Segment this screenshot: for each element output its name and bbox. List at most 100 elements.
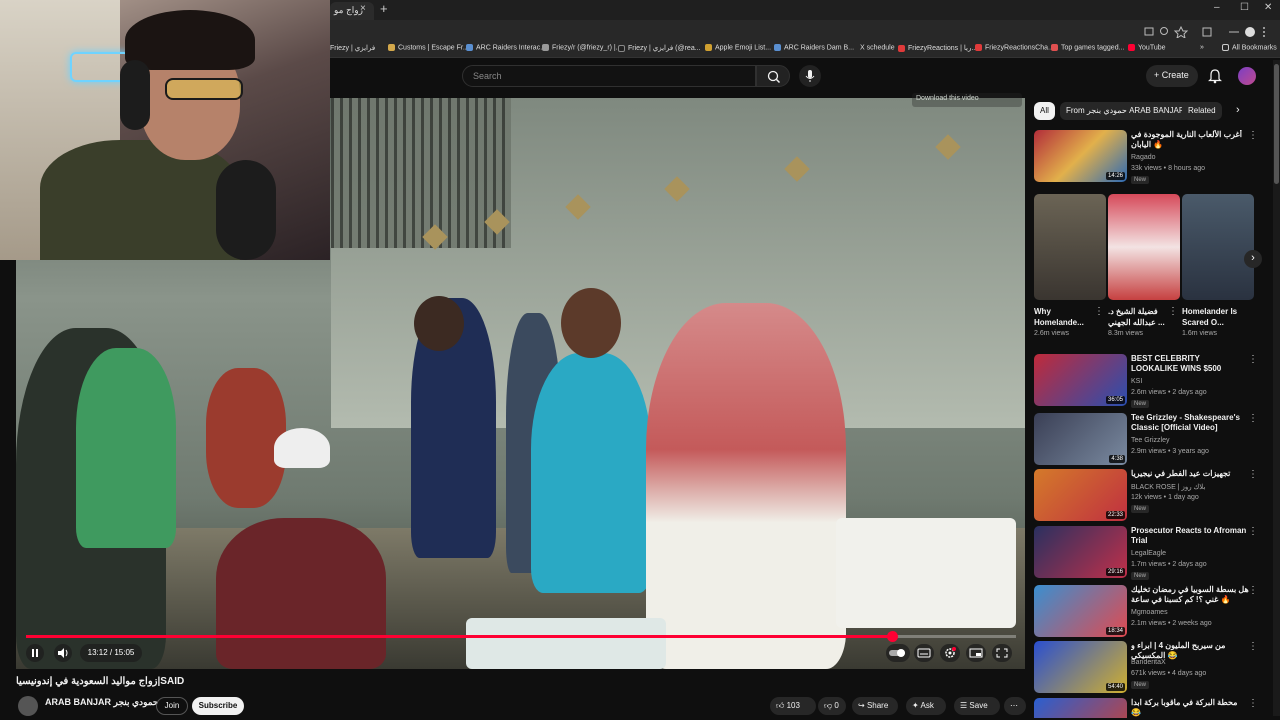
recommendation-item[interactable]: 36:05 BEST CELEBRITY LOOKALIKE WINS $500…	[1034, 354, 1274, 412]
bookmark-5[interactable]: Apple Emoji List...	[705, 44, 771, 51]
more-options-icon[interactable]: ⋮	[1094, 306, 1104, 317]
short-item[interactable]: Homelander Is Scared O... 1.6m views	[1182, 194, 1254, 337]
video-title: Tee Grizzley - Shakespeare's Classic [Of…	[1131, 413, 1240, 432]
scrollbar-thumb[interactable]	[1274, 64, 1279, 184]
notifications-bell-icon[interactable]	[1208, 68, 1222, 84]
video-duration: 14:26	[1105, 172, 1125, 180]
new-badge: New	[1131, 176, 1150, 184]
bookmark-9[interactable]: FriezyReactionsCha...	[975, 44, 1054, 51]
more-options-icon[interactable]: ⋮	[1248, 130, 1258, 141]
video-duration: 22:33	[1105, 511, 1125, 519]
recommendation-item[interactable]: 14:26 أغرب الألعاب النارية الموجودة في ا…	[1034, 130, 1274, 190]
short-item[interactable]: فضيلة الشيخ د. عبدالله الجهني ... 8.3m v…	[1108, 194, 1180, 337]
download-hint-label: Download this video	[916, 95, 979, 102]
progress-bar[interactable]	[26, 631, 1016, 642]
video-channel: LegalEagle	[1131, 550, 1167, 557]
miniplayer-button[interactable]	[966, 644, 986, 662]
more-options-icon[interactable]: ⋮	[1248, 641, 1258, 652]
white-table	[836, 518, 1016, 628]
more-options-icon[interactable]: ⋮	[1248, 698, 1258, 709]
bookmarks-overflow-icon[interactable]: »	[1200, 44, 1204, 51]
short-item[interactable]: Why Homelande... 2.6m views ⋮	[1034, 194, 1106, 337]
chip-all[interactable]: All	[1034, 102, 1055, 120]
recommendation-item[interactable]: 54:40 من سيربح المليون 4 | ابراء و المكس…	[1034, 641, 1274, 697]
bookmark-label: Top games tagged...	[1061, 44, 1125, 52]
recommendation-item[interactable]: 4:38 Tee Grizzley - Shakespeare's Classi…	[1034, 413, 1274, 471]
all-bookmarks[interactable]: All Bookmarks	[1222, 44, 1277, 51]
minimize-button[interactable]: –	[1214, 2, 1220, 13]
video-meta: 12k views • 1 day ago	[1131, 494, 1199, 501]
bookmark-7[interactable]: X schedule	[850, 44, 895, 51]
tab-close-icon[interactable]: ×	[360, 3, 366, 14]
youtube-icon	[1128, 44, 1135, 51]
fullscreen-button[interactable]	[992, 644, 1012, 662]
bookmark-favicon	[388, 44, 395, 51]
more-options-icon[interactable]: ⋮	[1168, 306, 1178, 317]
tab-title: رواج مو	[334, 5, 363, 15]
short-title: فضيلة الشيخ د. عبدالله الجهني ...	[1108, 307, 1165, 327]
channel-avatar[interactable]	[18, 696, 38, 716]
like-button[interactable]: 👍︎ 103	[770, 697, 816, 715]
autoplay-toggle[interactable]	[886, 644, 910, 662]
install-icon	[1144, 27, 1154, 36]
subtitles-button[interactable]	[914, 644, 934, 662]
share-button[interactable]: ↪ Share	[852, 697, 898, 715]
bookmark-label: Apple Emoji List...	[715, 44, 772, 52]
chip-label: All	[1040, 106, 1049, 115]
active-tab[interactable]: رواج مو	[330, 2, 374, 20]
volume-button[interactable]	[54, 644, 72, 662]
recommendation-item[interactable]: 29:16 Prosecutor Reacts to Afroman Trial…	[1034, 526, 1274, 584]
save-button[interactable]: ☰ Save	[954, 697, 1000, 715]
chips-next-icon[interactable]: ›	[1236, 104, 1240, 116]
chip-from-channel[interactable]: From حمودي بنجر ARAB BANJAR	[1060, 102, 1191, 120]
recommendation-item[interactable]: 22:33 تجهيزات عيد الفطر في نيجيريا BLACK…	[1034, 469, 1274, 527]
ask-button[interactable]: ✦ Ask	[906, 697, 946, 715]
bookmark-4[interactable]: Friezy | فرايزي (@rea...	[618, 44, 701, 52]
more-options-icon[interactable]: ⋮	[1248, 413, 1258, 424]
webcam-glasses	[165, 78, 243, 100]
recommendation-item[interactable]: 18:34 هل بسطة السوبيا في رمضان تخليك غني…	[1034, 585, 1274, 641]
short-title: Homelander Is Scared O...	[1182, 307, 1238, 327]
create-button[interactable]: + Create	[1146, 65, 1198, 87]
video-channel: BanderitaX	[1131, 659, 1166, 666]
download-video-hint[interactable]: Download this video	[912, 93, 1022, 107]
dislike-button[interactable]: 👎︎ 0	[818, 697, 846, 715]
maximize-button[interactable]: ☐	[1240, 2, 1249, 13]
bookmark-label: Friezy/r (@friezy_r) |...	[552, 44, 622, 52]
more-options-icon[interactable]: ⋮	[1248, 585, 1258, 596]
bookmark-1[interactable]: Customs | Escape Fr...	[388, 44, 469, 51]
voice-search-button[interactable]	[799, 65, 821, 87]
zoom-icon	[1160, 27, 1168, 35]
bookmark-6[interactable]: ARC Raiders Dam B...	[774, 44, 854, 51]
autoplay-icon	[889, 649, 905, 657]
bookmark-3[interactable]: Friezy/r (@friezy_r) |...	[542, 44, 622, 51]
settings-button[interactable]	[940, 644, 960, 662]
more-options-icon[interactable]: ⋮	[1248, 469, 1258, 480]
channel-name[interactable]: ARAB BANJAR حمودي بنجر	[45, 697, 158, 708]
join-button[interactable]: Join	[156, 697, 188, 715]
save-icon: ☰	[960, 701, 970, 710]
more-actions-button[interactable]: ⋯	[1004, 697, 1026, 715]
time-display: 13:12 / 15:05	[80, 644, 142, 662]
shorts-next-icon[interactable]: ›	[1244, 250, 1262, 268]
more-options-icon[interactable]: ⋮	[1248, 354, 1258, 365]
close-window-button[interactable]: ✕	[1264, 2, 1272, 13]
white-cap	[274, 428, 330, 468]
video-scene-fence	[331, 98, 511, 248]
subscribe-button[interactable]: Subscribe	[192, 697, 244, 715]
bookmark-11[interactable]: YouTube	[1128, 44, 1166, 51]
new-tab-button[interactable]: +	[380, 1, 388, 16]
chip-related[interactable]: Related	[1182, 102, 1222, 120]
bookmark-10[interactable]: Top games tagged...	[1051, 44, 1124, 51]
search-input[interactable]: Search	[462, 65, 756, 87]
bookmark-2[interactable]: ARC Raiders Interac...	[466, 44, 546, 51]
bookmark-0[interactable]: Friezy | فرايزي	[330, 44, 375, 52]
bookmark-label: Friezy | فرايزي	[330, 45, 376, 52]
bookmark-8[interactable]: FriezyReactions | ريا...	[898, 44, 977, 52]
search-button[interactable]	[756, 65, 790, 87]
recommendation-item[interactable]: محطة البركة في ماقوبا بركة ابدا 😂 ⋮	[1034, 698, 1274, 718]
webcam-person-hair	[125, 10, 255, 70]
pause-button[interactable]	[26, 644, 44, 662]
account-avatar[interactable]	[1238, 67, 1256, 85]
more-options-icon[interactable]: ⋮	[1248, 526, 1258, 537]
